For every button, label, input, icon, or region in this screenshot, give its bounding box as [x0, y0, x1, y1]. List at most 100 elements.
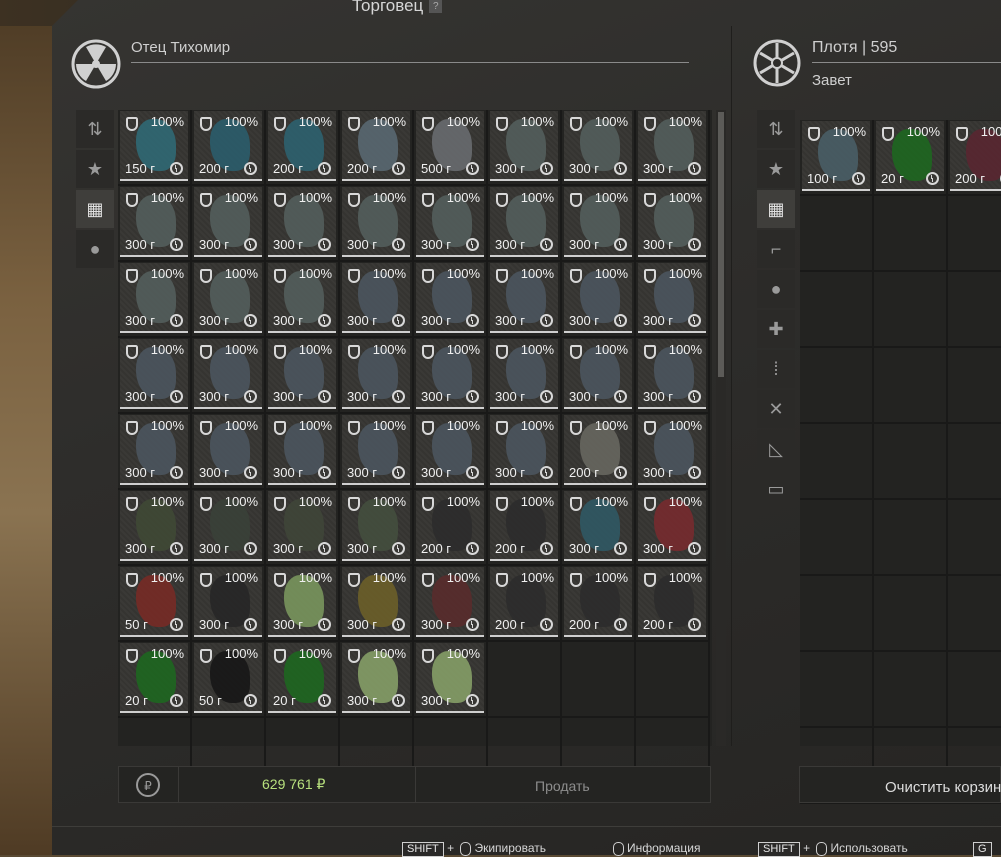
- filter-favorites-button[interactable]: ★: [76, 150, 114, 188]
- grid-cell[interactable]: 100% 300 г: [562, 490, 636, 566]
- inventory-item[interactable]: 100% 300 г: [268, 491, 336, 561]
- grid-cell[interactable]: 100% 300 г: [636, 186, 710, 262]
- grid-cell[interactable]: [874, 272, 948, 348]
- grid-cell[interactable]: [948, 196, 1001, 272]
- grid-cell[interactable]: [874, 576, 948, 652]
- inventory-item[interactable]: 100% 50 г: [120, 567, 188, 637]
- grid-cell[interactable]: 100% 300 г: [636, 490, 710, 566]
- inventory-item[interactable]: 100% 300 г: [268, 415, 336, 485]
- inventory-item[interactable]: 100% 300 г: [638, 263, 706, 333]
- inventory-item[interactable]: 100% 300 г: [342, 415, 410, 485]
- cart-storage-button[interactable]: ▭: [757, 470, 795, 508]
- inventory-item[interactable]: 100% 150 г: [120, 111, 188, 181]
- grid-cell[interactable]: 100% 300 г: [414, 414, 488, 490]
- grid-cell[interactable]: 100% 300 г: [414, 566, 488, 642]
- grid-cell[interactable]: [636, 642, 710, 718]
- grid-cell[interactable]: 100% 300 г: [488, 338, 562, 414]
- inventory-item[interactable]: 100% 200 г: [268, 111, 336, 181]
- inventory-item[interactable]: 100% 300 г: [268, 263, 336, 333]
- inventory-item[interactable]: 100% 300 г: [194, 187, 262, 257]
- inventory-item[interactable]: 100% 200 г: [564, 567, 632, 637]
- grid-cell[interactable]: 100% 300 г: [340, 490, 414, 566]
- grid-cell[interactable]: [874, 500, 948, 576]
- grid-cell[interactable]: 100% 20 г: [266, 642, 340, 718]
- inventory-item[interactable]: 100% 300 г: [120, 263, 188, 333]
- grid-cell[interactable]: [874, 652, 948, 728]
- cart-favorites-button[interactable]: ★: [757, 150, 795, 188]
- grid-cell[interactable]: 100% 300 г: [118, 490, 192, 566]
- grid-cell[interactable]: 100% 200 г: [636, 566, 710, 642]
- grid-cell[interactable]: 100% 300 г: [562, 262, 636, 338]
- grid-cell[interactable]: 100% 300 г: [414, 338, 488, 414]
- inventory-item[interactable]: 100% 300 г: [194, 339, 262, 409]
- inventory-item[interactable]: 100% 300 г: [342, 643, 410, 713]
- grid-cell[interactable]: [948, 424, 1001, 500]
- inventory-item[interactable]: 100% 200 г: [490, 491, 558, 561]
- grid-cell[interactable]: [800, 196, 874, 272]
- grid-cell[interactable]: 100% 150 г: [118, 110, 192, 186]
- inventory-item[interactable]: 100% 300 г: [564, 339, 632, 409]
- grid-cell[interactable]: [948, 652, 1001, 728]
- inventory-item[interactable]: 100% 300 г: [342, 491, 410, 561]
- inventory-item[interactable]: 100% 300 г: [268, 187, 336, 257]
- inventory-item[interactable]: 100% 300 г: [194, 491, 262, 561]
- cart-misc-button[interactable]: ◺: [757, 430, 795, 468]
- grid-cell[interactable]: 100% 200 г: [340, 110, 414, 186]
- inventory-item[interactable]: 100% 300 г: [490, 187, 558, 257]
- grid-cell[interactable]: 100% 300 г: [636, 338, 710, 414]
- filter-all-button[interactable]: ▦: [76, 190, 114, 228]
- grid-cell[interactable]: [800, 500, 874, 576]
- inventory-item[interactable]: 100% 300 г: [490, 111, 558, 181]
- inventory-item[interactable]: 100% 300 г: [268, 567, 336, 637]
- grid-cell[interactable]: 100% 300 г: [266, 262, 340, 338]
- inventory-item[interactable]: 100% 300 г: [638, 415, 706, 485]
- grid-cell[interactable]: 100% 500 г: [414, 110, 488, 186]
- cart-medical-button[interactable]: ✚: [757, 310, 795, 348]
- grid-cell[interactable]: 100% 300 г: [636, 110, 710, 186]
- grid-cell[interactable]: 100% 300 г: [562, 186, 636, 262]
- grid-cell[interactable]: 100% 300 г: [118, 262, 192, 338]
- inventory-item[interactable]: 100% 300 г: [268, 339, 336, 409]
- grid-cell[interactable]: 100% 50 г: [118, 566, 192, 642]
- inventory-item[interactable]: 100% 100 г: [802, 121, 870, 191]
- grid-cell[interactable]: [800, 424, 874, 500]
- inventory-item[interactable]: 100% 300 г: [120, 339, 188, 409]
- grid-cell[interactable]: 100% 300 г: [266, 414, 340, 490]
- inventory-item[interactable]: 100% 300 г: [342, 567, 410, 637]
- grid-cell[interactable]: 100% 300 г: [340, 186, 414, 262]
- inventory-item[interactable]: 100% 20 г: [876, 121, 944, 191]
- grid-cell[interactable]: 100% 300 г: [192, 414, 266, 490]
- inventory-item[interactable]: 100% 300 г: [342, 187, 410, 257]
- grid-cell[interactable]: 100% 200 г: [414, 490, 488, 566]
- inventory-item[interactable]: 100% 300 г: [194, 263, 262, 333]
- grid-cell[interactable]: [800, 576, 874, 652]
- inventory-item[interactable]: 100% 300 г: [120, 415, 188, 485]
- inventory-item[interactable]: 100% 300 г: [194, 415, 262, 485]
- filter-artifacts-button[interactable]: ●: [76, 230, 114, 268]
- grid-cell[interactable]: [948, 576, 1001, 652]
- inventory-item[interactable]: 100% 200 г: [194, 111, 262, 181]
- grid-cell[interactable]: 100% 300 г: [414, 186, 488, 262]
- grid-cell[interactable]: [948, 272, 1001, 348]
- inventory-item[interactable]: 100% 300 г: [490, 263, 558, 333]
- grid-cell[interactable]: 100% 200 г: [488, 566, 562, 642]
- inventory-item[interactable]: 100% 300 г: [564, 187, 632, 257]
- grid-cell[interactable]: 100% 100 г: [800, 120, 874, 196]
- grid-cell[interactable]: 100% 20 г: [874, 120, 948, 196]
- inventory-item[interactable]: 100% 300 г: [490, 415, 558, 485]
- grid-cell[interactable]: [562, 642, 636, 718]
- grid-cell[interactable]: 100% 300 г: [414, 262, 488, 338]
- grid-cell[interactable]: 100% 50 г: [192, 642, 266, 718]
- grid-cell[interactable]: 100% 300 г: [266, 186, 340, 262]
- inventory-item[interactable]: 100% 200 г: [564, 415, 632, 485]
- grid-cell[interactable]: 100% 300 г: [340, 262, 414, 338]
- grid-cell[interactable]: 100% 300 г: [636, 262, 710, 338]
- grid-cell[interactable]: [488, 642, 562, 718]
- sort-button[interactable]: ⇅: [76, 110, 114, 148]
- trader-scrollbar[interactable]: [716, 110, 726, 746]
- grid-cell[interactable]: 100% 300 г: [488, 110, 562, 186]
- inventory-item[interactable]: 100% 300 г: [416, 263, 484, 333]
- inventory-item[interactable]: 100% 300 г: [416, 187, 484, 257]
- cart-all-button[interactable]: ▦: [757, 190, 795, 228]
- grid-cell[interactable]: [874, 348, 948, 424]
